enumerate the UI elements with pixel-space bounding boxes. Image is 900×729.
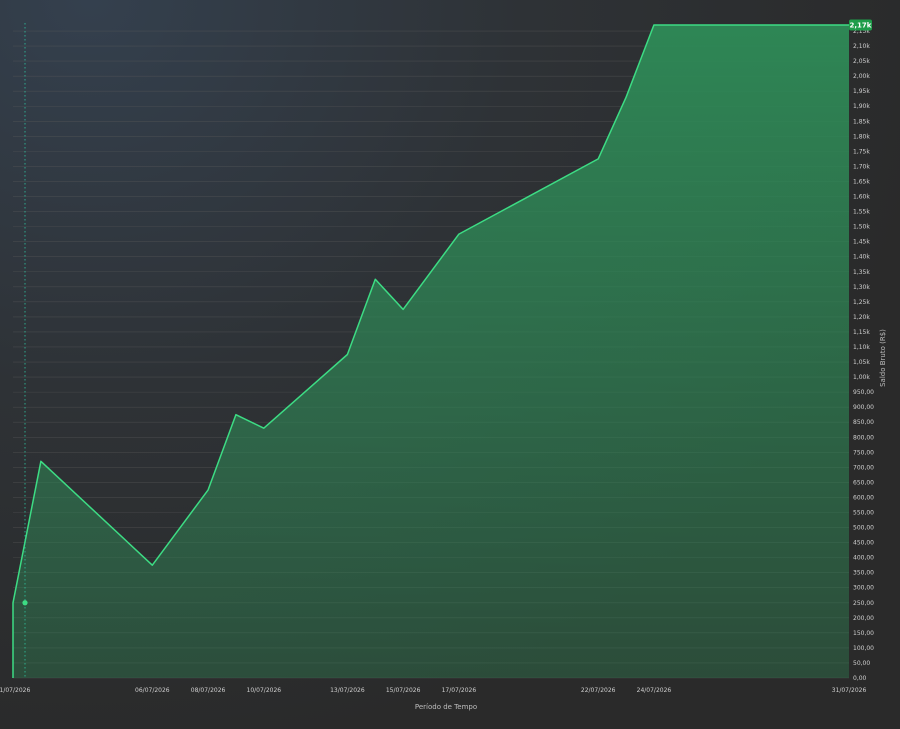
x-tick-label: 22/07/2026 [581, 687, 616, 694]
y-tick-label: 1,80k [853, 133, 870, 140]
y-tick-label: 1,70k [853, 163, 870, 170]
y-tick-label: 650,00 [853, 479, 874, 486]
last-value-badge: 2,17k [849, 19, 872, 31]
x-axis-title: Período de Tempo [415, 703, 477, 711]
y-tick-label: 0,00 [853, 675, 867, 682]
y-tick-label: 400,00 [853, 555, 874, 562]
y-tick-label: 350,00 [853, 570, 874, 577]
highlight-point [22, 600, 28, 606]
y-tick-label: 50,00 [853, 660, 870, 667]
y-axis: 0,00 50,00 100,00 150,00 200,00 250,00 300,00 3… [853, 28, 874, 682]
y-tick-label: 1,30k [853, 284, 870, 291]
y-tick-label: 1,45k [853, 239, 870, 246]
y-tick-label: 1,25k [853, 299, 870, 306]
x-tick-label: 13/07/2026 [330, 687, 365, 694]
area-layer [12, 24, 849, 678]
y-tick-label: 1,20k [853, 314, 870, 321]
y-tick-label: 2,10k [853, 43, 870, 50]
x-tick-label: 08/07/2026 [191, 687, 226, 694]
y-tick-label: 150,00 [853, 630, 874, 637]
y-tick-label: 750,00 [853, 449, 874, 456]
y-tick-label: 550,00 [853, 509, 874, 516]
y-tick-label: 1,05k [853, 359, 870, 366]
y-tick-label: 800,00 [853, 434, 874, 441]
balance-chart: 0,00 50,00 100,00 150,00 200,00 250,00 300,00 3… [0, 19, 887, 711]
y-tick-label: 950,00 [853, 389, 874, 396]
x-tick-label: 17/07/2026 [442, 687, 477, 694]
y-tick-label: 600,00 [853, 494, 874, 501]
chart: 0,00 50,00 100,00 150,00 200,00 250,00 300,00 3… [0, 0, 900, 729]
y-tick-label: 1,60k [853, 194, 870, 201]
y-tick-label: 1,40k [853, 254, 870, 261]
x-tick-label: 31/07/2026 [832, 687, 867, 694]
y-tick-label: 300,00 [853, 585, 874, 592]
series-area [13, 25, 849, 678]
y-tick-label: 1,90k [853, 103, 870, 110]
y-tick-label: 1,15k [853, 329, 870, 336]
y-tick-label: 1,50k [853, 224, 870, 231]
last-value-badge-label: 2,17k [850, 22, 872, 30]
y-axis-title: Saldo Bruto (R$) [879, 329, 887, 387]
x-tick-label: 10/07/2026 [247, 687, 282, 694]
y-tick-label: 1,75k [853, 148, 870, 155]
x-tick-label: 01/07/2026 [0, 687, 30, 694]
y-tick-label: 500,00 [853, 525, 874, 532]
y-tick-label: 1,55k [853, 209, 870, 216]
x-axis: 01/07/2026 06/07/2026 08/07/2026 10/07/2026… [0, 687, 866, 694]
y-tick-label: 900,00 [853, 404, 874, 411]
y-tick-label: 250,00 [853, 600, 874, 607]
y-tick-label: 700,00 [853, 464, 874, 471]
y-tick-label: 2,05k [853, 58, 870, 65]
x-tick-label: 06/07/2026 [135, 687, 170, 694]
y-tick-label: 1,00k [853, 374, 870, 381]
y-tick-label: 1,65k [853, 178, 870, 185]
y-tick-label: 1,95k [853, 88, 870, 95]
y-tick-label: 1,10k [853, 344, 870, 351]
y-tick-label: 1,85k [853, 118, 870, 125]
x-tick-label: 24/07/2026 [637, 687, 672, 694]
x-tick-label: 15/07/2026 [386, 687, 421, 694]
y-tick-label: 100,00 [853, 645, 874, 652]
y-tick-label: 2,00k [853, 73, 870, 80]
y-tick-label: 850,00 [853, 419, 874, 426]
y-tick-label: 200,00 [853, 615, 874, 622]
y-tick-label: 1,35k [853, 269, 870, 276]
y-tick-label: 450,00 [853, 540, 874, 547]
